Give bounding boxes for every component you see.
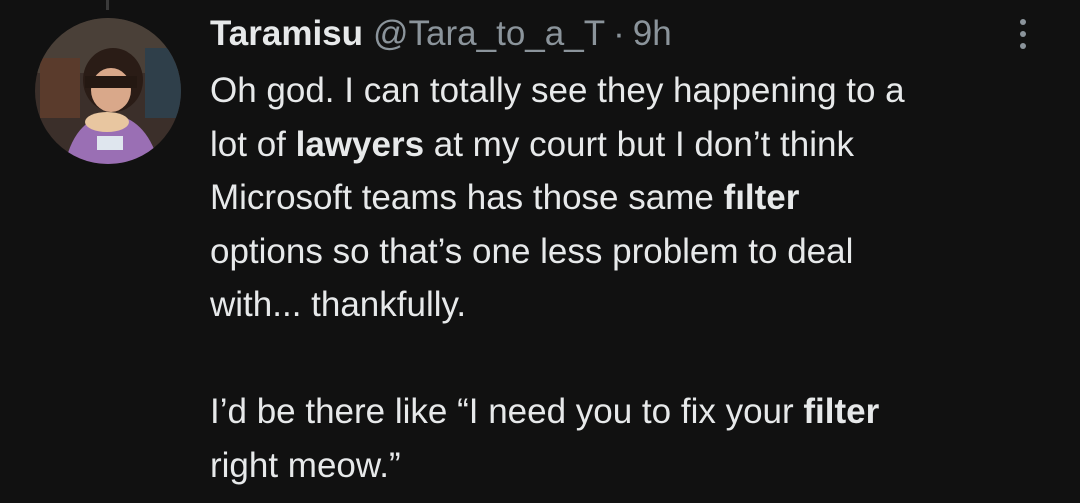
thread-connector-line bbox=[106, 0, 109, 10]
highlight-lawyers: lawyers bbox=[295, 124, 425, 164]
tweet-text: Oh god. I can totally see they happening… bbox=[210, 64, 1040, 492]
highlight-filter-2: filter bbox=[803, 392, 880, 431]
display-name[interactable]: Taramisu bbox=[210, 12, 363, 56]
user-handle[interactable]: @Tara_to_a_T bbox=[373, 12, 605, 56]
avatar[interactable] bbox=[35, 18, 181, 164]
tweet-paragraph-1: Oh god. I can totally see they happening… bbox=[210, 71, 905, 324]
highlight-filter: fılter bbox=[723, 178, 800, 217]
tweet-header: Taramisu @Tara_to_a_T · 9h bbox=[210, 12, 1040, 56]
more-vertical-icon[interactable] bbox=[1010, 14, 1036, 54]
separator-dot: · bbox=[613, 14, 625, 53]
timestamp[interactable]: 9h bbox=[633, 12, 672, 56]
tweet: Taramisu @Tara_to_a_T · 9h Oh god. I can… bbox=[210, 12, 1040, 492]
avatar-image bbox=[35, 18, 181, 164]
tweet-paragraph-2: I’d be there like “I need you to fix you… bbox=[210, 392, 880, 485]
